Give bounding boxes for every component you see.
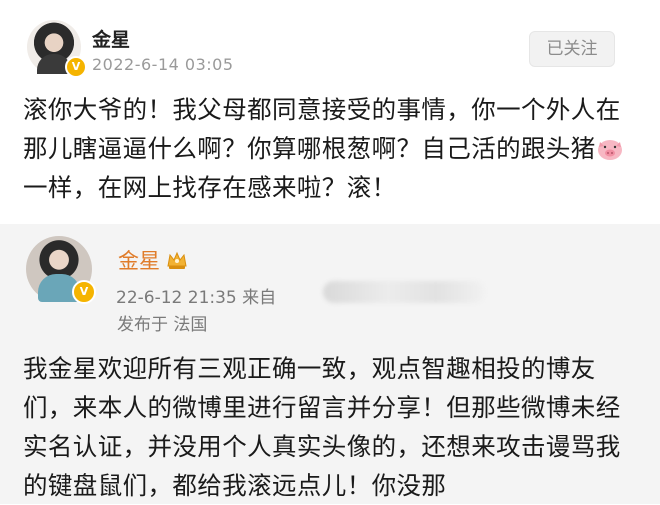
pig-emoji-icon: [597, 140, 622, 160]
post-timestamp: 2022-6-14 03:05: [92, 55, 234, 74]
verified-badge-icon: V: [65, 56, 87, 78]
post-text-part1: 滚你大爷的！我父母都同意接受的事情，你一个外人在那儿瞎逼逼什么啊？你算哪根葱啊？…: [23, 95, 621, 163]
quoted-post-location: 发布于 法国: [117, 315, 208, 335]
quoted-post-meta: 22-6-12 21:35 来自: [116, 283, 276, 308]
verified-badge-icon: V: [72, 280, 96, 304]
blurred-source-redaction: [323, 281, 485, 303]
author-avatar[interactable]: V: [27, 20, 87, 78]
author-name[interactable]: 金星: [92, 25, 130, 52]
post-text: 滚你大爷的！我父母都同意接受的事情，你一个外人在那儿瞎逼逼什么啊？你算哪根葱啊？…: [23, 90, 643, 207]
follow-button[interactable]: 已关注: [529, 31, 615, 67]
quoted-author-avatar[interactable]: V: [26, 236, 96, 304]
post-text-part2: 一样，在网上找存在感来啦？滚！: [23, 173, 397, 202]
quoted-author-name[interactable]: 金星: [118, 245, 188, 275]
quoted-post-source: 来自: [242, 288, 277, 308]
crown-icon: [167, 251, 187, 269]
quoted-post-timestamp: 22-6-12 21:35: [116, 288, 237, 308]
quoted-post-text: 我金星欢迎所有三观正确一致，观点智趣相投的博友们，来本人的微博里进行留言并分享！…: [23, 354, 621, 500]
quoted-author-label: 金星: [118, 249, 160, 273]
